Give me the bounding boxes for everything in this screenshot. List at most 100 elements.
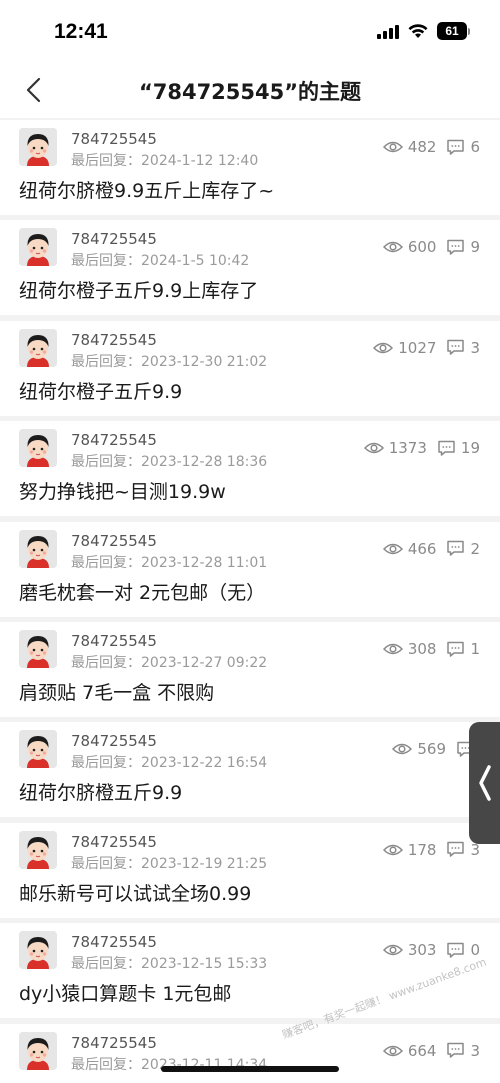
reply-count-value: 1	[470, 640, 480, 658]
view-count-value: 308	[407, 640, 437, 658]
view-count: 482	[382, 138, 437, 156]
post-username[interactable]: 784725545	[71, 632, 157, 650]
status-time: 12:41	[54, 20, 108, 43]
avatar[interactable]	[19, 730, 57, 769]
post-username[interactable]: 784725545	[71, 431, 157, 449]
post-item[interactable]: 784725545 最后回复：2023-12-22 16:54 569 纽荷尔脐橙五斤…	[0, 722, 500, 818]
view-count-value: 178	[407, 840, 437, 859]
post-title[interactable]: 肩颈贴 7毛一盒 不限购	[19, 678, 214, 705]
battery-level: 61	[437, 22, 467, 40]
post-username[interactable]: 784725545	[71, 532, 157, 550]
avatar[interactable]	[19, 128, 57, 166]
post-stats: 482 6	[382, 138, 480, 156]
post-last-reply: 最后回复：2024-1-12 12:40	[71, 153, 259, 169]
avatar[interactable]	[19, 228, 57, 267]
comment-icon	[447, 340, 465, 356]
post-title[interactable]: 纽荷尔脐橙9.9五斤上库存了~	[19, 176, 274, 203]
chevron-left-icon	[479, 765, 491, 801]
views-icon	[392, 744, 413, 755]
post-item[interactable]: 784725545 最后回复：2024-1-5 10:42 600 9 纽荷尔橙子五斤9…	[0, 220, 500, 316]
post-item[interactable]: 784725545 最后回复：2023-12-27 09:22 308 1 肩颈贴 7毛…	[0, 622, 500, 717]
reply-count: 3	[446, 1042, 480, 1060]
reply-count-value: 2	[470, 539, 480, 558]
reply-count-value: 3	[470, 1041, 480, 1060]
view-count: 1373	[363, 439, 427, 457]
post-item[interactable]: 784725545 最后回复：2024-1-12 12:40 482 6 纽荷尔脐橙9.…	[0, 120, 500, 215]
post-title[interactable]: 邮乐新号可以试试全场0.99	[19, 879, 251, 906]
post-title[interactable]: 纽荷尔橙子五斤9.9上库存了	[19, 276, 258, 303]
avatar[interactable]	[19, 529, 57, 568]
post-username[interactable]: 784725545	[71, 230, 157, 248]
post-stats: 178 3	[382, 840, 480, 859]
avatar[interactable]	[19, 630, 57, 668]
post-stats: 664 3	[382, 1041, 480, 1060]
comment-icon	[447, 139, 465, 155]
post-username[interactable]: 784725545	[71, 130, 157, 148]
post-title[interactable]: 纽荷尔脐橙五斤9.9	[19, 778, 182, 805]
post-username[interactable]: 784725545	[71, 833, 157, 851]
view-count: 308	[382, 640, 437, 658]
comment-icon	[447, 540, 465, 556]
comment-icon	[447, 641, 465, 657]
comment-icon	[447, 1042, 465, 1058]
status-icons: 61	[377, 22, 470, 40]
views-icon	[382, 1045, 403, 1056]
views-icon	[382, 643, 403, 655]
reply-count: 3	[446, 339, 480, 357]
views-icon	[382, 543, 403, 554]
post-stats: 303 0	[382, 941, 480, 960]
avatar[interactable]	[19, 1031, 57, 1070]
reply-count-value: 19	[460, 439, 480, 458]
reply-count: 19	[437, 439, 480, 457]
avatar[interactable]	[19, 328, 57, 367]
view-count-value: 600	[407, 238, 437, 257]
reply-count-value: 9	[470, 238, 480, 257]
view-count: 178	[382, 840, 437, 859]
view-count: 664	[382, 1041, 437, 1060]
cellular-signal-icon	[377, 23, 399, 39]
nav-bar: “784725545”的主题	[0, 62, 500, 118]
view-count: 600	[382, 238, 437, 257]
comment-icon	[447, 239, 465, 255]
view-count-value: 482	[407, 138, 437, 156]
post-title[interactable]: 纽荷尔橙子五斤9.9	[19, 377, 182, 404]
post-username[interactable]: 784725545	[71, 331, 157, 349]
post-title[interactable]: dy小猿口算题卡 1元包邮	[19, 979, 231, 1006]
post-last-reply: 最后回复：2023-12-30 21:02	[71, 353, 268, 370]
view-count-value: 664	[407, 1041, 437, 1060]
reply-count: 9	[446, 238, 480, 256]
home-indicator[interactable]	[161, 1066, 339, 1072]
post-username[interactable]: 784725545	[71, 933, 157, 951]
post-item[interactable]: 784725545 最后回复：2023-12-30 21:02 1027 3 纽荷尔橙子…	[0, 320, 500, 416]
wifi-icon	[408, 24, 428, 38]
post-item[interactable]: 784725545 最后回复：2023-12-11 14:34 664 3	[0, 1023, 500, 1083]
comment-icon	[447, 842, 465, 858]
view-count: 1027	[373, 339, 436, 357]
views-icon	[373, 342, 394, 354]
view-count: 466	[382, 539, 437, 558]
avatar[interactable]	[19, 429, 57, 468]
post-item[interactable]: 784725545 最后回复：2023-12-28 18:36 1373 19 努力挣钱…	[0, 421, 500, 517]
reply-count-value: 3	[470, 338, 480, 357]
view-count-value: 466	[407, 539, 437, 558]
post-username[interactable]: 784725545	[71, 732, 157, 750]
avatar[interactable]	[19, 830, 57, 869]
views-icon	[363, 442, 384, 454]
post-title[interactable]: 努力挣钱把~目测19.9w	[19, 477, 226, 504]
views-icon	[382, 844, 403, 856]
page-title: “784725545”的主题	[138, 80, 362, 104]
post-item[interactable]: 784725545 最后回复：2023-12-15 15:33 303 0 dy小猿口算…	[0, 923, 500, 1019]
post-title[interactable]: 磨毛枕套一对 2元包邮（无）	[19, 578, 265, 605]
avatar[interactable]	[19, 931, 57, 970]
comment-icon	[447, 942, 465, 958]
view-count-value: 303	[407, 941, 437, 960]
reply-count-value: 6	[470, 138, 480, 156]
post-item[interactable]: 784725545 最后回复：2023-12-19 21:25 178 3 邮乐新号可以…	[0, 822, 500, 918]
post-item[interactable]: 784725545 最后回复：2023-12-28 11:01 466 2 磨毛枕套一对…	[0, 521, 500, 617]
post-username[interactable]: 784725545	[71, 1034, 157, 1052]
views-icon	[382, 141, 403, 153]
post-last-reply: 最后回复：2023-12-22 16:54	[71, 755, 268, 772]
side-panel-handle[interactable]	[469, 722, 500, 844]
reply-count: 2	[446, 540, 480, 558]
views-icon	[382, 242, 403, 253]
